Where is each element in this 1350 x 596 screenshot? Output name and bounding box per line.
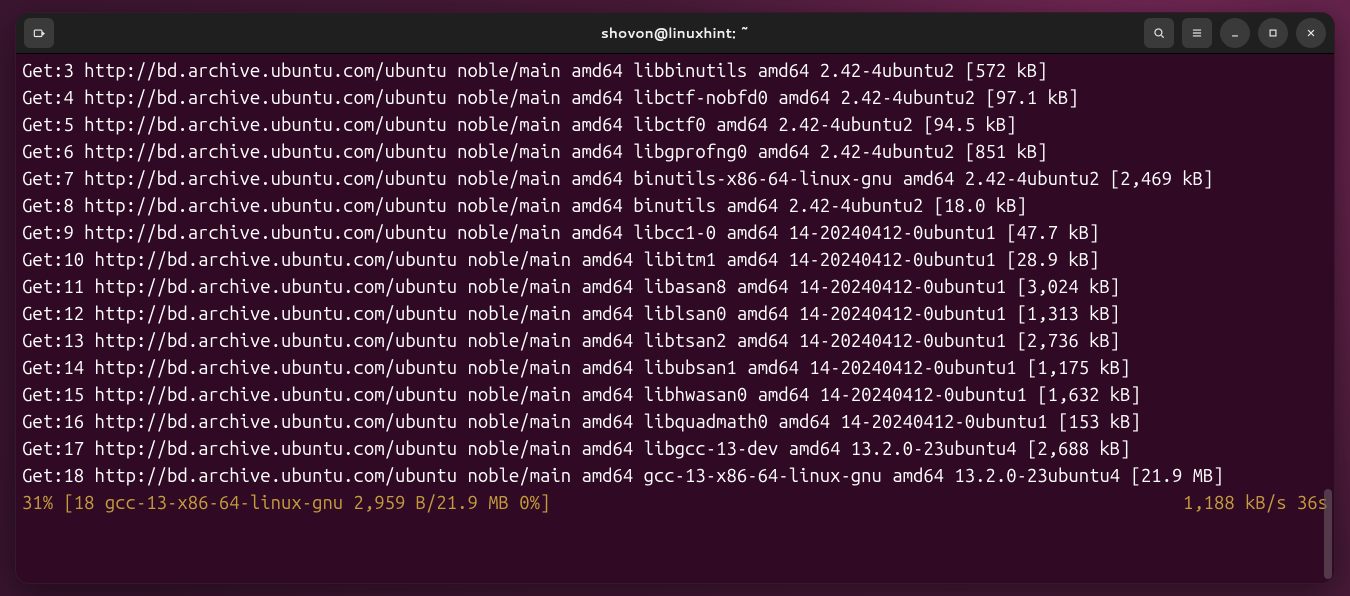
output-line: Get:5 http://bd.archive.ubuntu.com/ubunt… — [22, 115, 1017, 135]
maximize-button[interactable] — [1258, 18, 1288, 48]
output-line: Get:14 http://bd.archive.ubuntu.com/ubun… — [22, 358, 1131, 378]
output-line: Get:6 http://bd.archive.ubuntu.com/ubunt… — [22, 142, 1048, 162]
terminal-viewport[interactable]: Get:3 http://bd.archive.ubuntu.com/ubunt… — [16, 54, 1334, 583]
output-line: Get:13 http://bd.archive.ubuntu.com/ubun… — [22, 331, 1120, 351]
titlebar[interactable]: shovon@linuxhint: ~ — [16, 13, 1334, 54]
output-line: Get:16 http://bd.archive.ubuntu.com/ubun… — [22, 412, 1141, 432]
minimize-icon — [1228, 26, 1242, 40]
output-line: Get:12 http://bd.archive.ubuntu.com/ubun… — [22, 304, 1120, 324]
output-line: Get:11 http://bd.archive.ubuntu.com/ubun… — [22, 277, 1120, 297]
output-line: Get:3 http://bd.archive.ubuntu.com/ubunt… — [22, 61, 1048, 81]
window-title: shovon@linuxhint: ~ — [601, 23, 750, 43]
hamburger-menu-button[interactable] — [1182, 18, 1212, 48]
minimize-button[interactable] — [1220, 18, 1250, 48]
output-line: Get:8 http://bd.archive.ubuntu.com/ubunt… — [22, 196, 1027, 216]
scrollbar-thumb[interactable] — [1324, 489, 1332, 579]
output-line: Get:4 http://bd.archive.ubuntu.com/ubunt… — [22, 88, 1079, 108]
apt-progress-left: 31% [18 gcc-13-x86-64-linux-gnu 2,959 B/… — [22, 490, 550, 517]
desktop: shovon@linuxhint: ~ Get: — [0, 0, 1350, 596]
apt-progress-right: 1,188 kB/s 36s — [1183, 490, 1328, 517]
output-line: Get:18 http://bd.archive.ubuntu.com/ubun… — [22, 466, 1224, 486]
new-tab-icon — [32, 26, 46, 40]
output-line: Get:10 http://bd.archive.ubuntu.com/ubun… — [22, 250, 1099, 270]
output-line: Get:7 http://bd.archive.ubuntu.com/ubunt… — [22, 169, 1213, 189]
output-line: Get:17 http://bd.archive.ubuntu.com/ubun… — [22, 439, 1131, 459]
search-icon — [1152, 26, 1166, 40]
close-icon — [1304, 26, 1318, 40]
output-line: Get:15 http://bd.archive.ubuntu.com/ubun… — [22, 385, 1141, 405]
hamburger-icon — [1190, 26, 1204, 40]
terminal-window: shovon@linuxhint: ~ Get: — [15, 12, 1335, 584]
apt-progress-line: 31% [18 gcc-13-x86-64-linux-gnu 2,959 B/… — [22, 490, 1328, 517]
terminal-output: Get:3 http://bd.archive.ubuntu.com/ubunt… — [16, 54, 1334, 521]
output-line: Get:9 http://bd.archive.ubuntu.com/ubunt… — [22, 223, 1099, 243]
search-button[interactable] — [1144, 18, 1174, 48]
new-tab-button[interactable] — [24, 18, 54, 48]
close-button[interactable] — [1296, 18, 1326, 48]
maximize-icon — [1266, 26, 1280, 40]
